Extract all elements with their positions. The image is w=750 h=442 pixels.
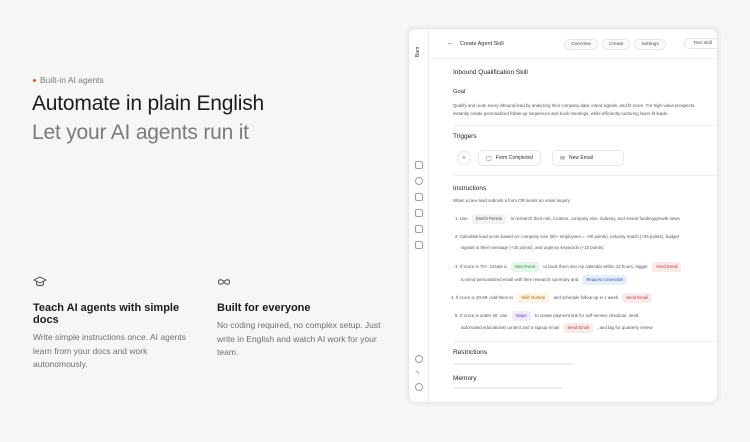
instructions-intro[interactable]: When a new lead submits a form OR sends … (453, 197, 571, 205)
step-text: 1. Use (455, 216, 468, 222)
form-icon: ▢ (486, 155, 492, 162)
trigger-form-completed[interactable]: ▢ Form Completed (478, 150, 541, 166)
user-icon[interactable] (415, 177, 423, 185)
feature-teach: Teach AI agents with simple docs Write s… (32, 275, 203, 372)
triggers-label: Triggers (453, 133, 477, 140)
step-text: to book them into my calendar within 24 … (543, 264, 648, 270)
feature-title: Teach AI agents with simple docs (33, 302, 180, 326)
tab-settings[interactable]: Settings (634, 39, 666, 50)
divider (453, 125, 717, 126)
divider (453, 341, 717, 342)
tab-overview[interactable]: Overview (564, 39, 598, 50)
progress-icon[interactable] (415, 355, 423, 363)
step-text: to create payment link for self-service … (534, 313, 639, 319)
chart-icon[interactable] (415, 241, 423, 249)
restrictions-placeholder (453, 363, 573, 365)
sidebar-rail: Bam ∿ (409, 29, 429, 402)
app-logo: Bam (415, 46, 421, 57)
step-4[interactable]: 4. If score is 40-69: Add them to Skill:… (451, 293, 655, 303)
step-text: 3. If score is 70+: Create a (455, 264, 507, 270)
enrich-person-chip[interactable]: Enrich Person (471, 214, 507, 224)
feature-everyone: Built for everyone No coding required, n… (217, 275, 387, 360)
back-arrow-icon[interactable]: ← (447, 40, 454, 47)
request-connection-chip[interactable]: Request connection (582, 275, 628, 285)
stripe-chip[interactable]: Stripe (511, 311, 531, 321)
workflow-icon[interactable] (415, 209, 423, 217)
eyebrow-label: Built-in AI agents (40, 75, 104, 85)
hero-title-line1: Automate in plain English (32, 92, 264, 115)
hero-title-line2: Let your AI agents run it (32, 121, 249, 144)
step-text: and schedule follow-up in 1 week (553, 295, 619, 301)
step-5-line1[interactable]: 5. If score is under 40: Use Stripe to c… (455, 311, 638, 321)
send-email-chip[interactable]: Send Email (652, 262, 682, 272)
send-email-chip[interactable]: Send Email (563, 323, 593, 333)
trigger-label: New Email (569, 155, 593, 161)
infinity-icon (217, 275, 387, 289)
step-5-line2[interactable]: automated educational content and a sign… (461, 323, 653, 333)
skill-name[interactable]: Inbound Qualification Skill (453, 69, 528, 76)
goal-label: Goal (453, 89, 466, 95)
step-text: 5. If score is under 40: Use (455, 313, 508, 319)
eyebrow: Built-in AI agents (33, 75, 104, 85)
goal-text-line1[interactable]: Qualify and route every inbound lead by … (453, 102, 695, 110)
goal-text-line2[interactable]: instantly create personalized follow-up … (453, 110, 668, 118)
new-event-chip[interactable]: New Event (510, 262, 540, 272)
feature-body: No coding required, no complex setup. Ju… (217, 320, 381, 357)
calendar-icon[interactable] (415, 225, 423, 233)
restrictions-label[interactable]: Restrictions (453, 349, 487, 356)
mail-icon: ✉ (560, 155, 566, 162)
step-text: to research their role, location, compan… (510, 216, 680, 222)
graduation-cap-icon (32, 275, 203, 289)
eyebrow-dot (33, 78, 36, 82)
tab-bar: Overview Create Settings (564, 39, 666, 50)
breadcrumb: Create Agent Skill (460, 40, 504, 47)
memory-placeholder (453, 387, 563, 389)
step-text: automated educational content and a sign… (461, 325, 560, 331)
step-2-line2[interactable]: signals in their message (+20 points), a… (461, 244, 604, 252)
step-1[interactable]: 1. Use Enrich Person to research their r… (455, 214, 680, 224)
skill-nurture-chip[interactable]: Skill: Nurture (517, 293, 550, 303)
test-skill-button[interactable]: Test Skill (684, 38, 717, 49)
feature-body: Write simple instructions once. AI agent… (33, 332, 186, 369)
building-icon[interactable] (415, 193, 423, 201)
step-text: to send personalized email with their re… (461, 277, 579, 283)
step-text: 4. If score is 40-69: Add them to (451, 295, 513, 301)
trigger-new-email[interactable]: ✉ New Email (552, 150, 624, 166)
settings-icon[interactable] (415, 383, 423, 391)
feature-title: Built for everyone (217, 302, 311, 314)
step-3-line1[interactable]: 3. If score is 70+: Create a New Event t… (455, 262, 684, 272)
divider (453, 175, 717, 176)
trigger-label: Form Completed (495, 155, 533, 161)
instructions-label: Instructions (453, 185, 487, 192)
top-bar: ← Create Agent Skill Overview Create Set… (429, 29, 717, 59)
step-2-line1[interactable]: 2. Calculate lead score based on: compan… (455, 233, 679, 241)
home-icon[interactable] (415, 161, 423, 169)
send-email-chip[interactable]: Send Email (622, 293, 652, 303)
app-window: Bam ∿ ← Create Agent Skill Overview Crea… (408, 28, 718, 403)
add-trigger-button[interactable]: + (457, 151, 471, 165)
step-3-line2[interactable]: to send personalized email with their re… (461, 275, 630, 285)
activity-icon[interactable]: ∿ (415, 369, 423, 377)
step-text: , and tag for quarterly review (597, 325, 653, 331)
tab-create[interactable]: Create (602, 39, 631, 50)
memory-label[interactable]: Memory (453, 375, 476, 382)
